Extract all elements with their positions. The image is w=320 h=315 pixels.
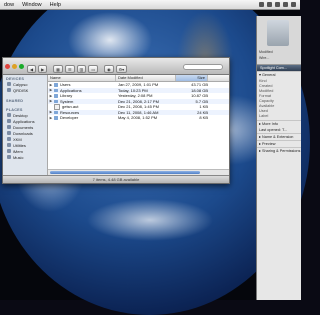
info-caption-2: Wire... — [259, 56, 270, 60]
info-caption: Modified — [259, 50, 273, 54]
status-bar: 7 items, 4.48 GB available — [3, 175, 229, 183]
table-row[interactable]: ▶ Developer May 4, 2008, 1:52 PM 8 KB — [48, 115, 229, 121]
forward-button[interactable]: ▶ — [38, 65, 48, 73]
general-section-toggle[interactable]: ▾ General — [257, 71, 301, 78]
column-headers: Name Date Modified Size — [48, 75, 229, 82]
wifi-icon[interactable] — [283, 2, 288, 7]
drive-thumbnail-icon — [267, 20, 289, 46]
info-preview: Modified Wire... — [257, 16, 301, 65]
file-list: Name Date Modified Size ▶ Users Jan 27, 20… — [48, 75, 229, 175]
finder-titlebar[interactable]: ◀ ▶ ▦ ☰ ▥ ▭ ◉ ⚙▾ — [3, 58, 229, 75]
folder-icon — [54, 116, 58, 120]
close-button[interactable] — [5, 63, 10, 69]
table-row[interactable]: ▶ Library Yesterday, 2:08 PM 10.87 GB — [48, 93, 229, 99]
scrollbar-thumb[interactable] — [50, 171, 200, 174]
menu-bar: dow Window Help — [0, 0, 300, 10]
finder-window: ◀ ▶ ▦ ☰ ▥ ▭ ◉ ⚙▾ DEVICES Calypso QRDISK … — [2, 57, 230, 184]
icon-view-button[interactable]: ▦ — [53, 65, 63, 73]
table-row[interactable]: getsn.aut Dec 21, 2008, 1:45 PM 1 KB — [48, 104, 229, 110]
quicklook-eye-icon[interactable]: ◉ — [104, 65, 114, 73]
search-input[interactable] — [183, 64, 223, 70]
finder-sidebar: DEVICES Calypso QRDISK SHARED PLACES Des… — [3, 75, 48, 175]
disk-icon — [7, 88, 11, 92]
list-view-button[interactable]: ☰ — [64, 65, 75, 73]
status-icon[interactable] — [259, 2, 264, 7]
general-section: Kind Created Modified Format Capacity Av… — [257, 78, 301, 120]
preview-toggle[interactable]: ▸ Preview — [257, 140, 301, 147]
menu-window-partial[interactable]: dow — [0, 2, 18, 8]
column-size[interactable]: Size — [176, 75, 208, 81]
sidebar-item-music[interactable]: Music — [3, 154, 47, 160]
documents-icon — [7, 125, 11, 129]
column-name[interactable]: Name — [48, 75, 116, 81]
back-button[interactable]: ◀ — [27, 65, 37, 73]
column-date-modified[interactable]: Date Modified — [116, 75, 176, 81]
folder-icon — [54, 99, 58, 103]
downloads-icon — [7, 131, 11, 135]
zoom-button[interactable] — [19, 63, 24, 69]
folder-icon — [7, 149, 11, 153]
name-extension-toggle[interactable]: ▸ Name & Extension — [257, 133, 301, 140]
column-view-button[interactable]: ▥ — [76, 65, 87, 73]
folder-icon — [7, 137, 11, 141]
column-extra — [208, 75, 229, 81]
volume-icon[interactable] — [291, 2, 296, 7]
folder-icon — [54, 110, 58, 114]
sidebar-item-qrdisk[interactable]: QRDISK — [3, 87, 47, 93]
menu-window[interactable]: Window — [18, 2, 46, 8]
minimize-button[interactable] — [12, 63, 17, 69]
action-gear-icon[interactable]: ⚙▾ — [115, 65, 128, 73]
folder-icon — [54, 88, 58, 92]
status-icon[interactable] — [275, 2, 280, 7]
folder-icon — [54, 94, 58, 98]
table-row[interactable]: ▶ Applications Today, 10:23 PM 18.08 GB — [48, 87, 229, 93]
menu-extras — [259, 2, 300, 7]
folder-icon — [54, 83, 58, 87]
applications-icon — [7, 119, 11, 123]
sharing-permissions-toggle[interactable]: ▸ Sharing & Permissions — [257, 147, 301, 154]
menu-help[interactable]: Help — [46, 2, 65, 8]
desktop-icon — [7, 113, 11, 117]
status-icon[interactable] — [267, 2, 272, 7]
finder-toolbar: ◀ ▶ ▦ ☰ ▥ ▭ ◉ ⚙▾ — [27, 65, 128, 73]
folder-icon — [7, 143, 11, 147]
file-rows: ▶ Users Jan 27, 2009, 1:01 PM 43.71 GB ▶ App… — [48, 82, 229, 121]
coverflow-view-button[interactable]: ▭ — [88, 65, 99, 73]
table-row[interactable]: ▶ Users Jan 27, 2009, 1:01 PM 43.71 GB — [48, 82, 229, 88]
document-icon — [54, 104, 60, 110]
table-row[interactable]: ▶ Resources Dec 11, 2008, 1:46 AM 24 KB — [48, 109, 229, 115]
info-panel: Modified Wire... Spotlight Com... ▾ Gene… — [256, 16, 301, 300]
more-info-toggle[interactable]: ▸ More Info — [257, 120, 301, 127]
sidebar-header-shared: SHARED — [6, 99, 24, 103]
info-field: Label — [259, 114, 269, 118]
music-icon — [7, 155, 11, 159]
hard-disk-icon — [7, 82, 11, 86]
